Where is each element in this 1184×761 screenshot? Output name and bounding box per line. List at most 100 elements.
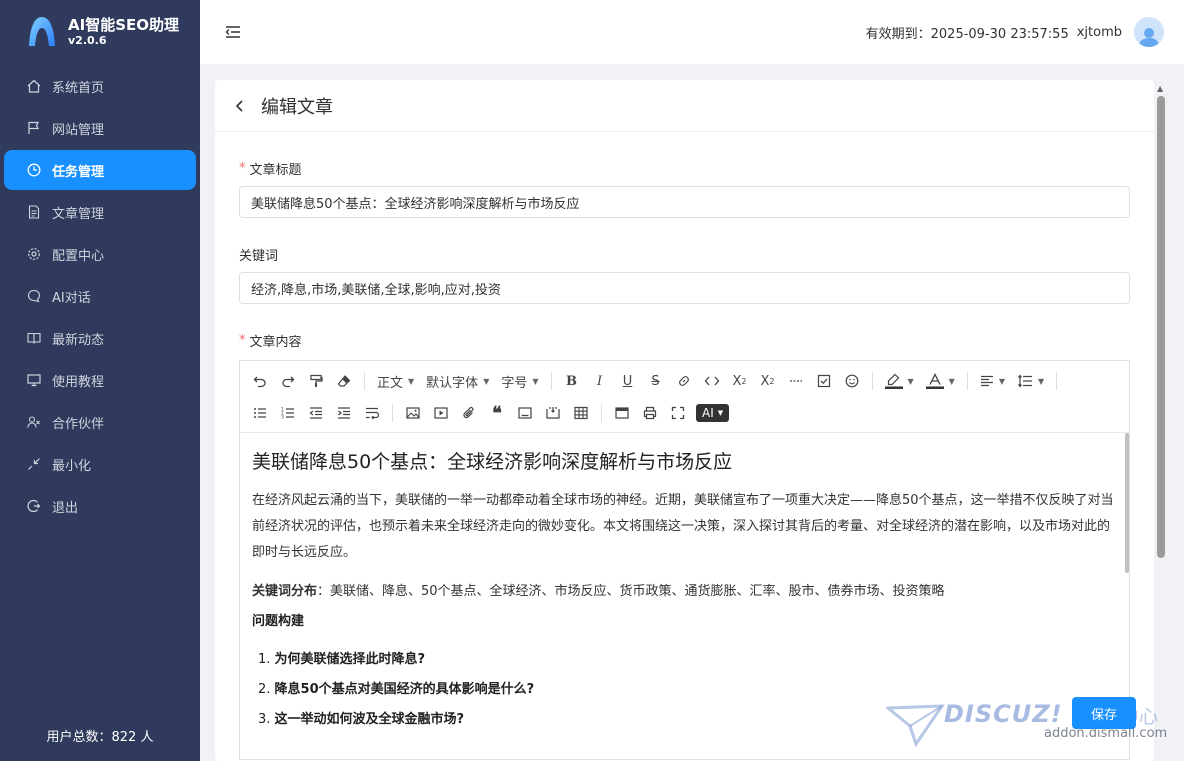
font-size-dropdown[interactable]: 字号 ▼ [495,368,544,394]
article-heading: 美联储降息50个基点：全球经济影响深度解析与市场反应 [252,451,733,473]
logout-icon [26,498,42,514]
sidebar-item-label: 合作伙伴 [52,416,105,432]
sidebar-item-news[interactable]: 最新动态 [4,318,196,358]
divider-icon[interactable] [782,368,810,394]
ai-assist-button[interactable]: AI ▼ [696,404,730,422]
title-label-text: 文章标题 [249,162,302,178]
save-button[interactable]: 保存 [1072,697,1136,729]
menu-fold-icon[interactable] [224,23,242,41]
bulleted-list-icon[interactable] [246,400,274,426]
keywords-label-text: 关键词 [239,248,279,264]
sidebar-item-label: 配置中心 [52,248,105,264]
document-icon [26,204,42,220]
italic-icon[interactable]: I [586,368,614,394]
insert-block-icon[interactable] [539,400,567,426]
format-painter-icon[interactable] [302,368,330,394]
subscript-icon[interactable]: X2 [726,368,754,394]
content-label-text: 文章内容 [249,334,302,350]
title-input[interactable] [239,186,1130,218]
sidebar-item-tutorial[interactable]: 使用教程 [4,360,196,400]
sidebar-item-label: 网站管理 [52,122,105,138]
editor-toolbar: 正文 ▼ 默认字体 ▼ 字号 ▼ B I U S X2 X2 ▼ ▼ ▼ ▼ 1… [240,361,1129,433]
book-icon [26,330,42,346]
paragraph-dropdown[interactable]: 正文 ▼ [371,368,420,394]
required-asterisk: * [239,160,246,176]
font-family-dropdown[interactable]: 默认字体 ▼ [420,368,495,394]
article-form: * 文章标题 关键词 * 文章内容 正文▼ 默认字体▼ 字号▼ [215,160,1154,760]
card-header: 编辑文章 [215,80,1154,132]
print-icon[interactable] [636,400,664,426]
sidebar-item-config[interactable]: 配置中心 [4,234,196,274]
superscript-icon[interactable]: X2 [754,368,782,394]
indent-icon[interactable] [330,400,358,426]
fullscreen-icon[interactable] [664,400,692,426]
sidebar-item-label: 使用教程 [52,374,105,390]
username[interactable]: xjtomb [1077,25,1122,40]
quote-icon[interactable]: ❝ [483,400,511,426]
keywords-input[interactable] [239,272,1130,304]
sidebar-item-ai-chat[interactable]: AI对话 [4,276,196,316]
chat-icon [26,288,42,304]
caret-down-icon: ▼ [483,376,490,386]
sidebar-item-label: 系统首页 [52,80,105,96]
back-arrow-icon[interactable] [233,99,247,113]
code-icon[interactable] [698,368,726,394]
sidebar-item-partners[interactable]: 合作伙伴 [4,402,196,442]
svg-text:3: 3 [281,415,284,421]
wrap-text-icon[interactable] [358,400,386,426]
sidebar-item-label: 任务管理 [52,164,105,180]
caret-down-icon: ▼ [907,376,914,386]
code-block-icon[interactable] [511,400,539,426]
watermark-brand: DISCUZ! [944,700,1063,728]
editor-scrollbar[interactable] [1125,433,1129,573]
caret-down-icon: ▼ [532,376,539,386]
section-heading: 问题构建 [252,614,305,629]
emoji-icon[interactable] [838,368,866,394]
caret-down-icon: ▼ [717,409,724,417]
underline-icon[interactable]: U [614,368,642,394]
line-height-dropdown[interactable]: ▼ [1011,368,1050,394]
bold-icon[interactable]: B [558,368,586,394]
sidebar-item-tasks[interactable]: 任务管理 [4,150,196,190]
sidebar-item-home[interactable]: 系统首页 [4,66,196,106]
keyword-distribution: 关键词分布：美联储、降息、50个基点、全球经济、市场反应、货币政策、通货膨胀、汇… [252,584,945,599]
fullwidth-icon[interactable] [608,400,636,426]
partner-icon [26,414,42,430]
highlight-color-dropdown[interactable]: ▼ [879,368,920,394]
avatar[interactable] [1134,17,1164,47]
caret-down-icon: ▼ [998,376,1005,386]
sidebar-item-label: 文章管理 [52,206,105,222]
sidebar-menu: 系统首页 网站管理 任务管理 文章管理 配置中心 AI对话 最新动态 使用教程 [0,66,200,526]
page-scrollbar[interactable] [1157,96,1165,558]
strikethrough-icon[interactable]: S [642,368,670,394]
brand-version: v2.0.6 [68,34,107,47]
sidebar-item-label: 退出 [52,500,79,516]
font-color-dropdown[interactable]: ▼ [920,368,961,394]
expiry-date: 有效期到：2025-09-30 23:57:55 [865,26,1069,42]
scroll-up-icon[interactable]: ▲ [1157,84,1163,93]
undo-icon[interactable] [246,368,274,394]
align-dropdown[interactable]: ▼ [974,368,1011,394]
table-icon[interactable] [567,400,595,426]
sidebar-item-logout[interactable]: 退出 [4,486,196,526]
edit-article-card: 编辑文章 * 文章标题 关键词 * 文章内容 正文▼ [215,80,1154,761]
sidebar-item-label: AI对话 [52,290,91,306]
article-intro: 在经济风起云涌的当下，美联储的一举一动都牵动着全球市场的神经。近期，美联储宣布了… [252,493,1114,560]
redo-icon[interactable] [274,368,302,394]
sidebar-item-minimize[interactable]: 最小化 [4,444,196,484]
outdent-icon[interactable] [302,400,330,426]
sidebar-item-websites[interactable]: 网站管理 [4,108,196,148]
clock-icon [26,162,42,178]
todo-checkbox-icon[interactable] [810,368,838,394]
video-icon[interactable] [427,400,455,426]
keywords-label: 关键词 [239,246,1130,264]
numbered-list-icon[interactable]: 123 [274,400,302,426]
image-icon[interactable] [399,400,427,426]
attachment-icon[interactable] [455,400,483,426]
eraser-icon[interactable] [330,368,358,394]
sidebar: AI智能SEO助理 v2.0.6 系统首页 网站管理 任务管理 文章管理 配置中… [0,0,200,761]
gear-icon [26,246,42,262]
sidebar-item-articles[interactable]: 文章管理 [4,192,196,232]
brand-name: AI智能SEO助理 [68,16,179,34]
link-icon[interactable] [670,368,698,394]
